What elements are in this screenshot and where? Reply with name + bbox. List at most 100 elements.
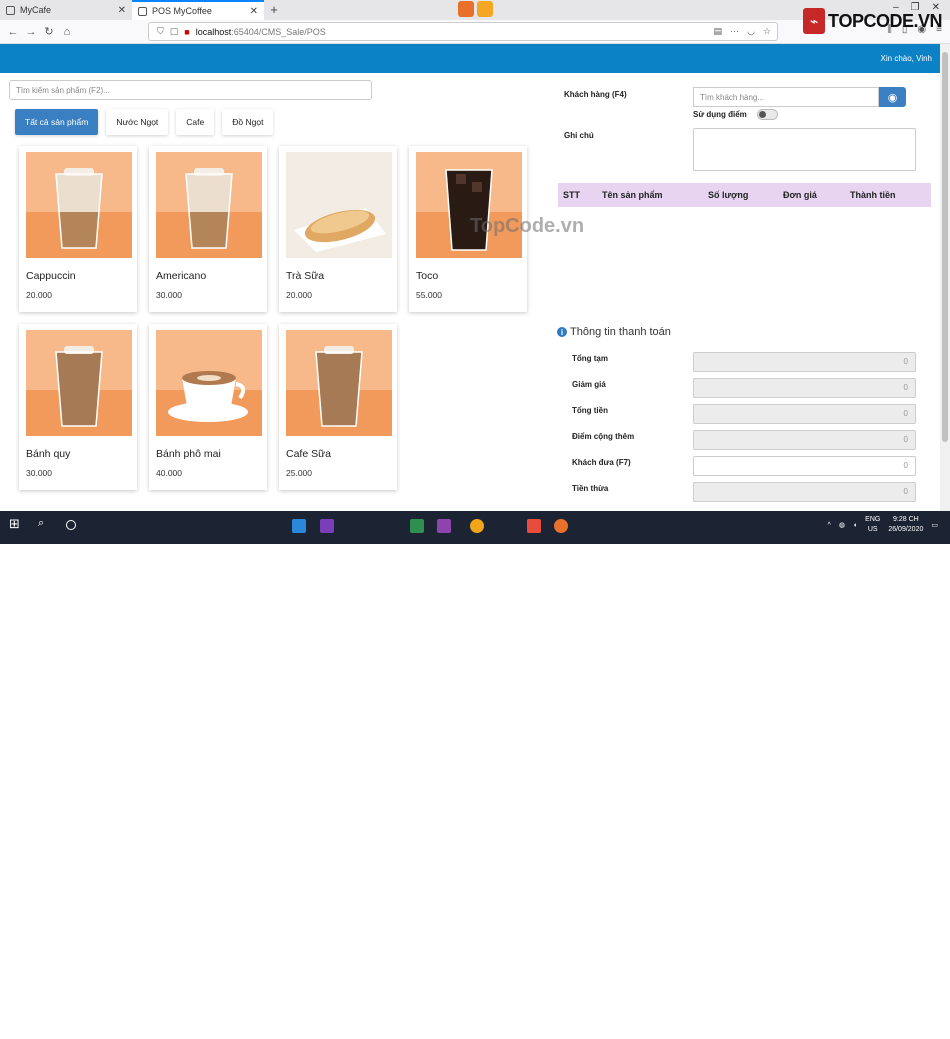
system-tray: ^ ◍ ◖ ENG US 9:28 CH 26/09/2020 ▭ — [828, 515, 938, 535]
camera-icon[interactable] — [477, 1, 493, 17]
use-points-label: Sử dụng điểm — [693, 110, 747, 119]
product-price: 30.000 — [26, 468, 52, 478]
total-label: Tổng tiền — [572, 406, 608, 415]
watermark: TopCode.vn — [470, 215, 585, 237]
product-price: 55.000 — [416, 290, 442, 300]
info-icon: i — [557, 327, 567, 337]
tab-label: POS MyCoffee — [152, 6, 212, 16]
windows-taskbar: ⊞ ⌕ Copyright © TopCode.vn ^ ◍ ◖ ENG US 9… — [0, 511, 950, 1038]
browser-tab-mycafe[interactable]: MyCafe ✕ — [0, 0, 132, 20]
product-card[interactable]: Trà Sữa 20.000 — [279, 146, 397, 312]
category-filters: Tất cả sản phẩm Nước Ngọt Cafe Đồ Ngọt — [15, 109, 274, 135]
app-icon[interactable] — [410, 519, 424, 533]
product-card[interactable]: Americano 30.000 — [149, 146, 267, 312]
bookmark-star-icon[interactable]: ☆ — [763, 26, 771, 37]
col-product-name: Tên sản phẩm — [602, 190, 663, 200]
page-actions-icon[interactable]: ··· — [730, 26, 739, 37]
topcode-logo: ⌁ T OPCODE.VN — [803, 8, 943, 34]
topcode-logo-mark-icon: ⌁ — [803, 8, 825, 34]
app-icon[interactable] — [527, 519, 541, 533]
category-all-button[interactable]: Tất cả sản phẩm — [15, 109, 99, 135]
home-icon[interactable]: ⌂ — [58, 26, 76, 38]
time: 9:28 CH — [893, 516, 919, 523]
discount-field: 0 — [693, 378, 916, 398]
reload-icon[interactable]: ↻ — [40, 25, 58, 38]
task-view-icon[interactable] — [66, 520, 76, 530]
back-icon[interactable]: ← — [4, 26, 22, 38]
pocket-icon[interactable]: ◡ — [747, 26, 755, 37]
reader-view-icon[interactable]: ▤ — [714, 26, 723, 37]
close-tab-icon[interactable]: ✕ — [250, 6, 258, 17]
customer-search-input[interactable]: Tìm khách hàng... — [693, 87, 879, 107]
windows-start-icon[interactable]: ⊞ — [9, 516, 23, 531]
payment-info-header: i Thông tin thanh toán — [557, 326, 671, 338]
product-name: Trà Sữa — [286, 270, 325, 282]
iced-latte-image — [26, 152, 132, 258]
category-soft-drinks-button[interactable]: Nước Ngọt — [106, 109, 169, 135]
product-name: Bánh phô mai — [156, 448, 221, 460]
topcode-logo-text: OPCODE.VN — [838, 10, 943, 31]
subtotal-label: Tổng tạm — [572, 354, 608, 363]
close-tab-icon[interactable]: ✕ — [118, 5, 126, 16]
tab-favicon-icon — [6, 5, 15, 15]
product-name: Americano — [156, 270, 207, 282]
iced-milk-coffee-image — [26, 330, 132, 436]
use-points-toggle[interactable] — [757, 109, 778, 120]
product-search-input[interactable]: Tìm kiếm sản phẩm (F2)... — [9, 80, 372, 100]
new-tab-button[interactable]: + — [264, 0, 284, 20]
visual-studio-icon[interactable] — [320, 519, 334, 533]
page-scrollbar[interactable] — [940, 44, 950, 511]
tray-chevron-icon[interactable]: ^ — [828, 522, 831, 529]
customer-paid-input[interactable]: 0 — [693, 456, 916, 476]
col-unit-price: Đơn giá — [783, 190, 817, 200]
iced-latte-image — [156, 152, 262, 258]
permissions-icon: ■ — [184, 26, 190, 37]
search-icon[interactable]: ⌕ — [38, 517, 52, 531]
toggle-knob — [759, 111, 766, 118]
copyright-watermark: Copyright © TopCode.vn — [348, 1019, 548, 1038]
product-price: 25.000 — [286, 468, 312, 478]
url-host: localhost — [195, 26, 232, 37]
url-bar[interactable]: ⛉ ▢ ■ localhost :65404/CMS_Sale/POS ▤ ··… — [148, 22, 778, 41]
product-price: 20.000 — [286, 290, 312, 300]
camera-button[interactable]: ◉ — [879, 87, 906, 107]
app-icon[interactable] — [437, 519, 451, 533]
browser-tab-pos[interactable]: POS MyCoffee ✕ — [132, 0, 264, 20]
volume-icon[interactable]: ◖ — [853, 522, 857, 529]
product-card[interactable]: Bánh phô mai 40.000 — [149, 324, 267, 490]
page-icon: ▢ — [169, 26, 179, 36]
product-name: Bánh quy — [26, 448, 71, 460]
firefox-icon[interactable] — [554, 519, 568, 533]
forward-icon[interactable]: → — [22, 26, 40, 38]
shield-icon: ⛉ — [157, 26, 164, 36]
col-total: Thành tiền — [850, 190, 896, 200]
order-table-header: STT Tên sản phẩm Số lượng Đơn giá Thành … — [558, 183, 931, 207]
explorer-icon[interactable] — [292, 519, 306, 533]
note-label: Ghi chú — [564, 131, 594, 140]
notifications-icon[interactable]: ▭ — [931, 521, 938, 529]
chrome-icon[interactable] — [470, 519, 484, 533]
payment-info-title: Thông tin thanh toán — [570, 326, 671, 338]
note-textarea[interactable] — [693, 128, 916, 171]
category-cafe-button[interactable]: Cafe — [176, 109, 215, 135]
total-field: 0 — [693, 404, 916, 424]
user-greeting[interactable]: Xin chào, Vinh — [881, 54, 932, 63]
firefox-icon[interactable] — [458, 1, 474, 17]
clock[interactable]: 9:28 CH 26/09/2020 — [888, 515, 923, 535]
category-sweets-button[interactable]: Đồ Ngọt — [222, 109, 274, 135]
product-price: 20.000 — [26, 290, 52, 300]
product-card[interactable]: Cafe Sữa 25.000 — [279, 324, 397, 490]
scrollbar-thumb[interactable] — [942, 52, 948, 442]
language-indicator[interactable]: ENG US — [865, 515, 880, 535]
tab-label: MyCafe — [20, 5, 52, 15]
lang-top: ENG — [865, 516, 881, 523]
change-label: Tiền thừa — [572, 484, 609, 493]
tab-extensions — [458, 1, 493, 17]
discount-label: Giảm giá — [572, 380, 606, 389]
product-card[interactable]: Bánh quy 30.000 — [19, 324, 137, 490]
col-quantity: Số lượng — [708, 190, 749, 200]
network-icon[interactable]: ◍ — [839, 521, 845, 529]
iced-milk-coffee-image — [286, 330, 392, 436]
bread-image — [286, 152, 392, 258]
product-card[interactable]: Cappuccin 20.000 — [19, 146, 137, 312]
